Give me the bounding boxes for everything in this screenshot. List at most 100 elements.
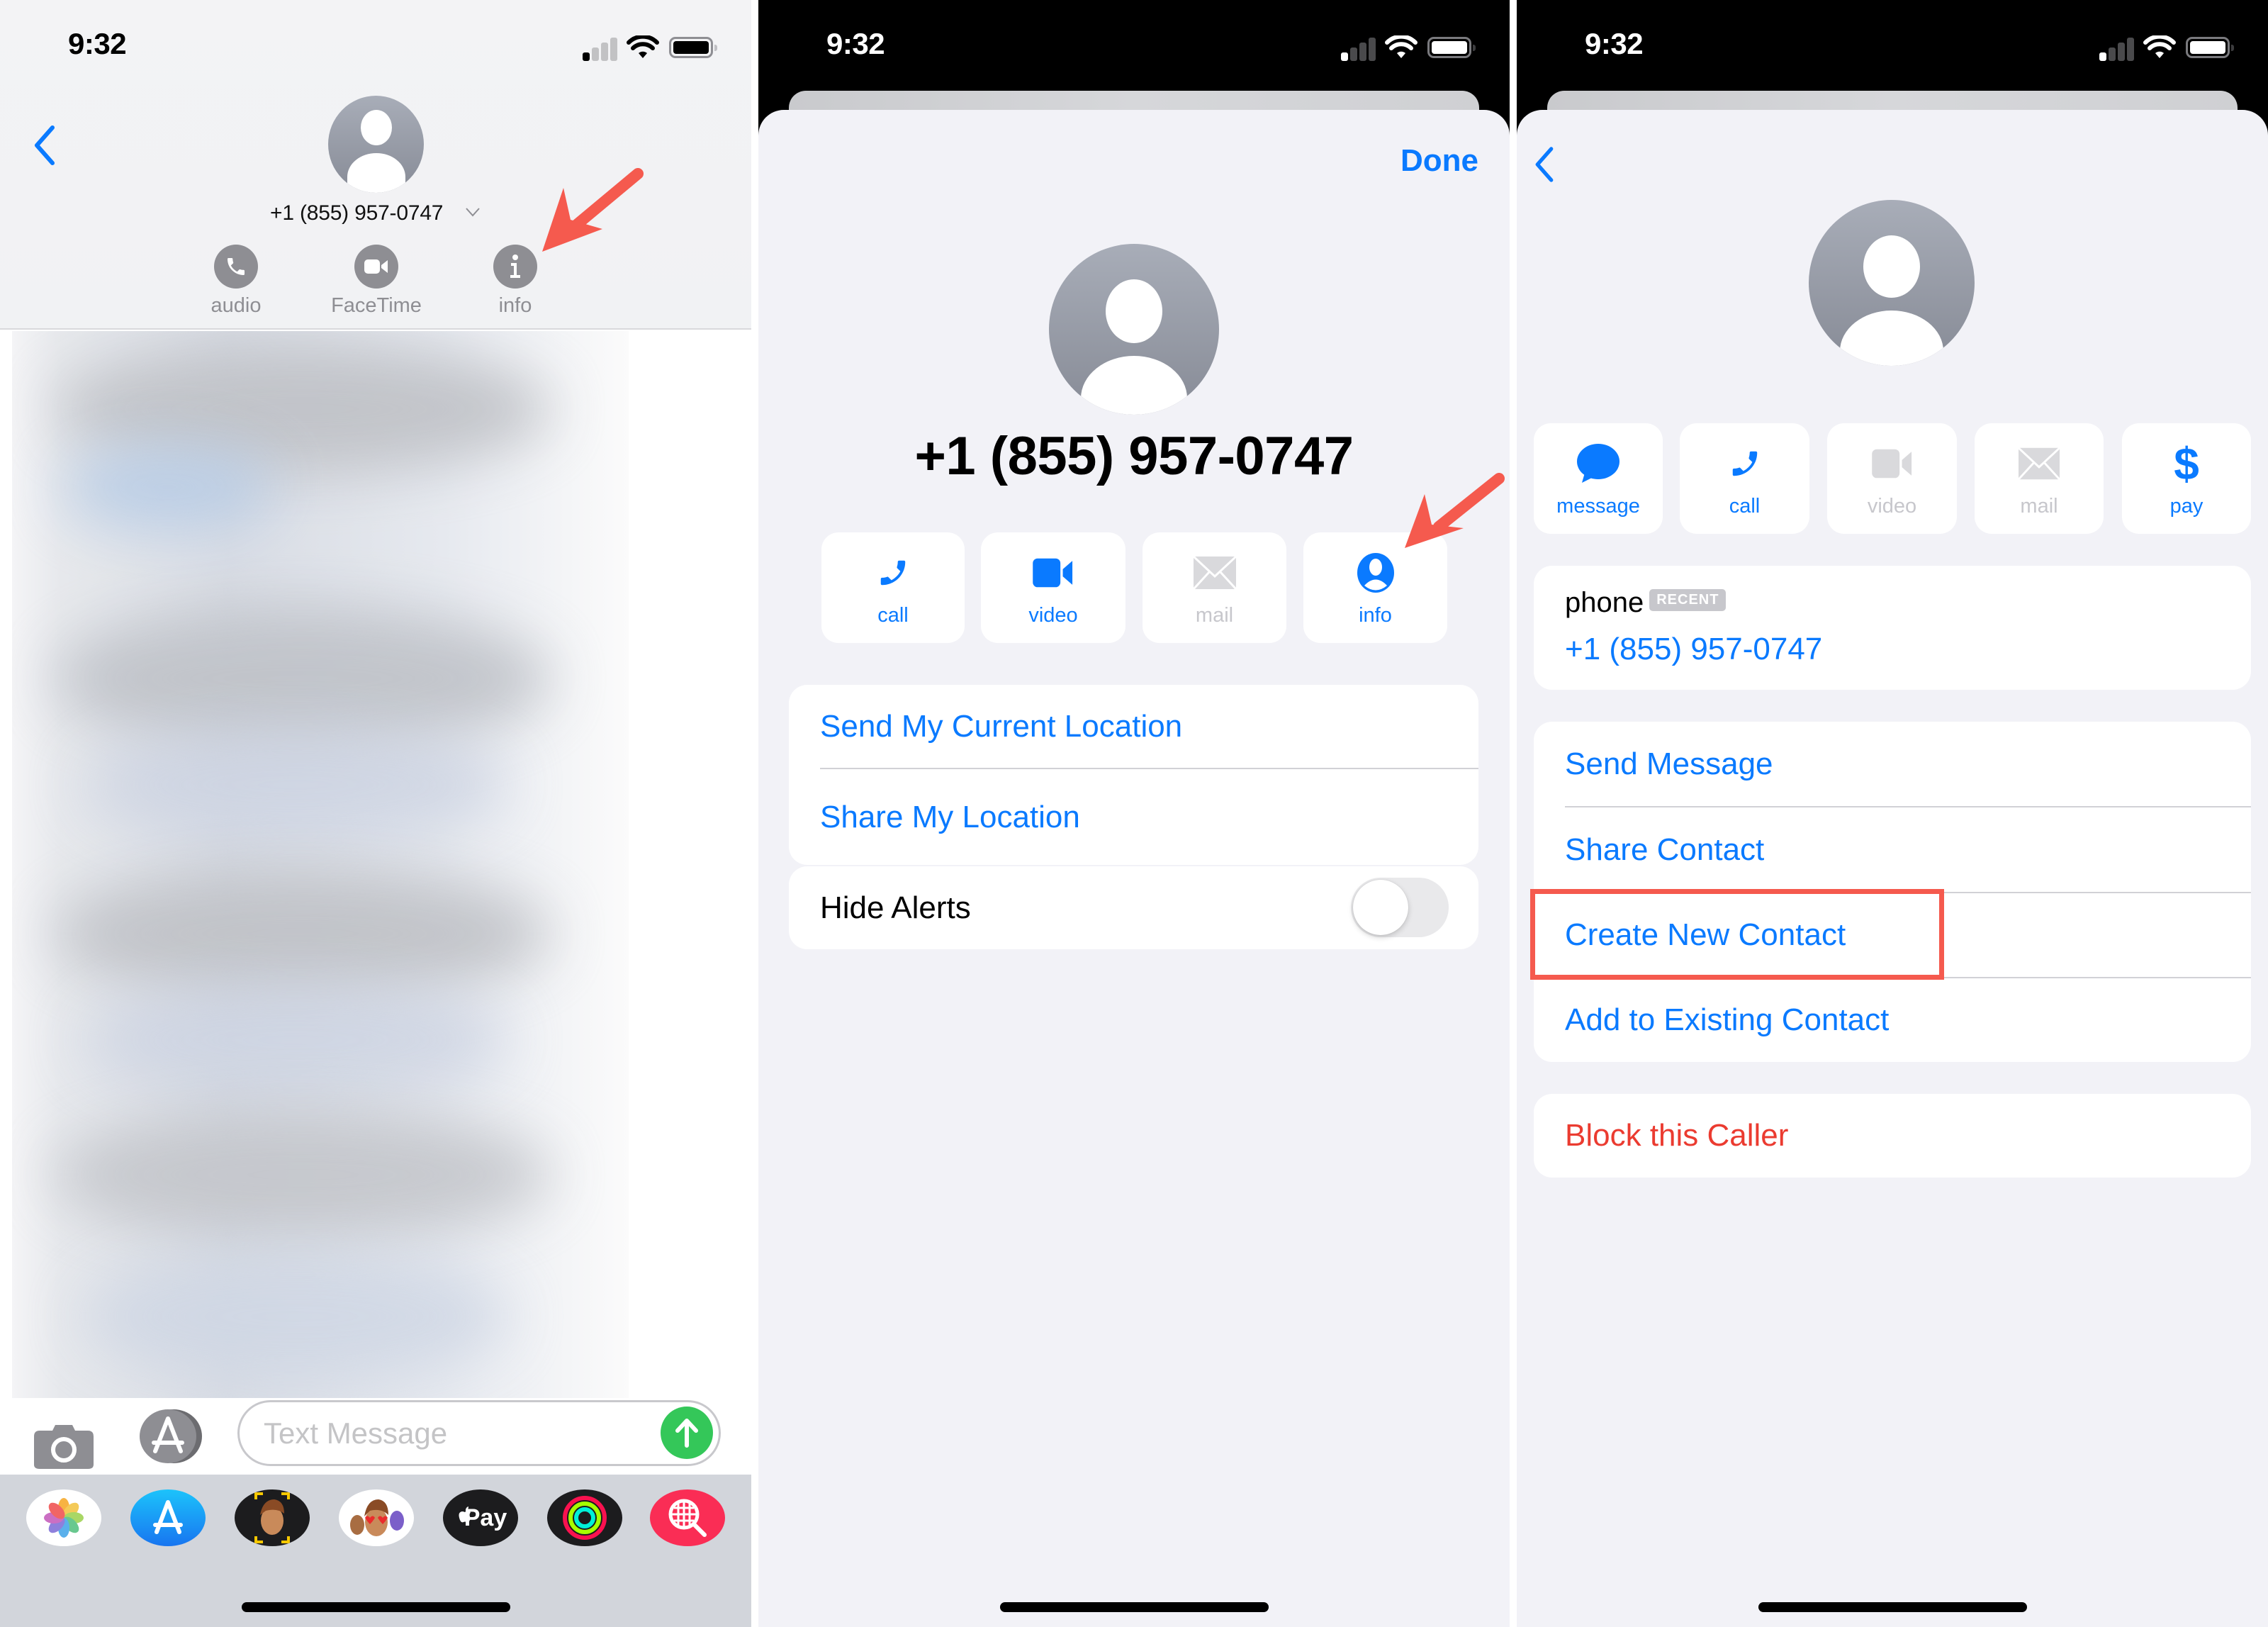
- audio-label: audio: [210, 294, 262, 317]
- blurred-message-history: [12, 331, 629, 1398]
- mail-button[interactable]: mail: [1975, 423, 2104, 534]
- recent-badge: RECENT: [1649, 588, 1727, 611]
- pay-label: pay: [2169, 495, 2204, 518]
- globe-search-icon: [668, 1499, 707, 1537]
- message-button[interactable]: message: [1534, 423, 1663, 534]
- phone-number-link[interactable]: +1 (855) 957-0747: [1565, 632, 1822, 667]
- battery-icon: [2186, 37, 2234, 58]
- activity-app-button[interactable]: [547, 1489, 622, 1546]
- memoji-stickers-app-button[interactable]: [339, 1489, 414, 1546]
- contact-number-title[interactable]: +1 (855) 957-0747: [270, 201, 443, 225]
- location-card: Send My Current Location Share My Locati…: [789, 685, 1478, 865]
- status-time: 9:32: [1585, 27, 1644, 60]
- memoji-icon: [254, 1492, 290, 1543]
- status-icons: [583, 35, 717, 61]
- mail-label: mail: [2020, 495, 2058, 518]
- add-to-existing-contact-row[interactable]: Add to Existing Contact: [1534, 978, 2251, 1062]
- share-contact-label[interactable]: Share Contact: [1565, 832, 1764, 868]
- video-camera-icon: [1033, 558, 1073, 588]
- app-store-app-button[interactable]: [130, 1489, 206, 1546]
- video-button[interactable]: video: [981, 532, 1125, 643]
- home-indicator: [1758, 1602, 2027, 1612]
- facetime-button[interactable]: FaceTime: [330, 245, 422, 318]
- add-to-existing-contact-label[interactable]: Add to Existing Contact: [1565, 1002, 1889, 1038]
- images-search-app-button[interactable]: [650, 1489, 725, 1546]
- apple-pay-app-button[interactable]: Pay: [443, 1489, 518, 1546]
- message-input-field[interactable]: [264, 1402, 646, 1464]
- arrow-up-icon: [675, 1419, 698, 1448]
- audio-call-button[interactable]: audio: [190, 245, 282, 318]
- status-time: 9:32: [68, 27, 127, 60]
- app-store-icon: [153, 1500, 183, 1534]
- video-button[interactable]: video: [1827, 423, 1957, 534]
- chevron-down-icon[interactable]: [465, 207, 481, 217]
- share-location-label[interactable]: Share My Location: [820, 800, 1080, 835]
- send-button[interactable]: [661, 1407, 713, 1459]
- activity-rings-icon: [563, 1496, 607, 1540]
- phone-icon: [214, 245, 258, 289]
- send-message-label[interactable]: Send Message: [1565, 747, 1773, 782]
- battery-icon: [1427, 37, 1476, 58]
- call-button[interactable]: call: [821, 532, 965, 643]
- phone-icon: [880, 560, 906, 586]
- block-caller-card[interactable]: Block this Caller: [1534, 1094, 2251, 1178]
- phone-field-label: phone RECENT: [1565, 587, 1727, 619]
- send-current-location-label[interactable]: Send My Current Location: [820, 709, 1182, 744]
- signal-bar-icon: [583, 52, 590, 61]
- video-camera-icon: [1871, 449, 1911, 479]
- block-caller-row[interactable]: Block this Caller: [1534, 1094, 2251, 1178]
- contact-avatar: [1809, 200, 1975, 366]
- back-chevron-icon[interactable]: [1534, 145, 1555, 184]
- wifi-icon: [2143, 35, 2176, 58]
- hide-alerts-card: Hide Alerts: [789, 866, 1478, 949]
- contact-avatar[interactable]: [328, 96, 424, 193]
- share-location-row[interactable]: Share My Location: [789, 769, 1478, 865]
- hide-alerts-label: Hide Alerts: [820, 890, 971, 925]
- info-label: info: [1359, 604, 1392, 627]
- pay-button[interactable]: $ pay: [2122, 423, 2251, 534]
- home-indicator: [242, 1602, 510, 1612]
- send-current-location-row[interactable]: Send My Current Location: [789, 685, 1478, 768]
- phone-icon: [1732, 451, 1757, 476]
- send-message-row[interactable]: Send Message: [1534, 722, 2251, 806]
- facetime-label: FaceTime: [331, 294, 422, 317]
- memoji-app-button[interactable]: [235, 1489, 310, 1546]
- signal-bar-icon: [1341, 52, 1348, 61]
- photos-icon: [44, 1498, 84, 1538]
- battery-icon: [669, 37, 717, 58]
- info-label: info: [498, 294, 532, 317]
- done-button[interactable]: Done: [1400, 143, 1478, 179]
- signal-bar-icon: [2109, 47, 2116, 61]
- signal-bar-icon: [592, 47, 599, 61]
- video-camera-icon: [354, 245, 398, 289]
- call-label: call: [877, 604, 909, 627]
- hide-alerts-toggle[interactable]: [1351, 878, 1449, 937]
- back-chevron-icon[interactable]: [33, 125, 57, 166]
- wifi-icon: [627, 35, 659, 58]
- call-label: call: [1729, 495, 1761, 518]
- signal-bar-icon: [610, 38, 617, 61]
- photos-app-button[interactable]: [26, 1489, 101, 1546]
- annotation-arrow: [1405, 473, 1505, 548]
- conversation-details-screen: 9:32 Done +1 (855) 957-0747 call video m…: [758, 0, 1510, 1627]
- contact-avatar: [1049, 244, 1219, 415]
- camera-button[interactable]: [34, 1424, 94, 1469]
- envelope-icon: [2019, 447, 2060, 480]
- mail-button[interactable]: mail: [1143, 532, 1286, 643]
- home-indicator: [1000, 1602, 1269, 1612]
- share-contact-row[interactable]: Share Contact: [1534, 807, 2251, 892]
- message-input[interactable]: [237, 1400, 721, 1466]
- highlight-box-create-new-contact: [1530, 889, 1944, 980]
- message-bubble-icon: [1577, 444, 1619, 483]
- signal-bar-icon: [2099, 52, 2106, 61]
- video-label: video: [1867, 495, 1917, 518]
- signal-bar-icon: [1350, 47, 1357, 61]
- phone-card[interactable]: phone RECENT +1 (855) 957-0747: [1534, 566, 2251, 690]
- signal-bar-icon: [1369, 38, 1376, 61]
- app-store-button[interactable]: [135, 1409, 203, 1464]
- status-time: 9:32: [826, 27, 885, 60]
- block-caller-label[interactable]: Block this Caller: [1565, 1118, 1788, 1153]
- signal-bar-icon: [2127, 38, 2134, 61]
- call-button[interactable]: call: [1680, 423, 1809, 534]
- dollar-icon: $: [2174, 438, 2199, 489]
